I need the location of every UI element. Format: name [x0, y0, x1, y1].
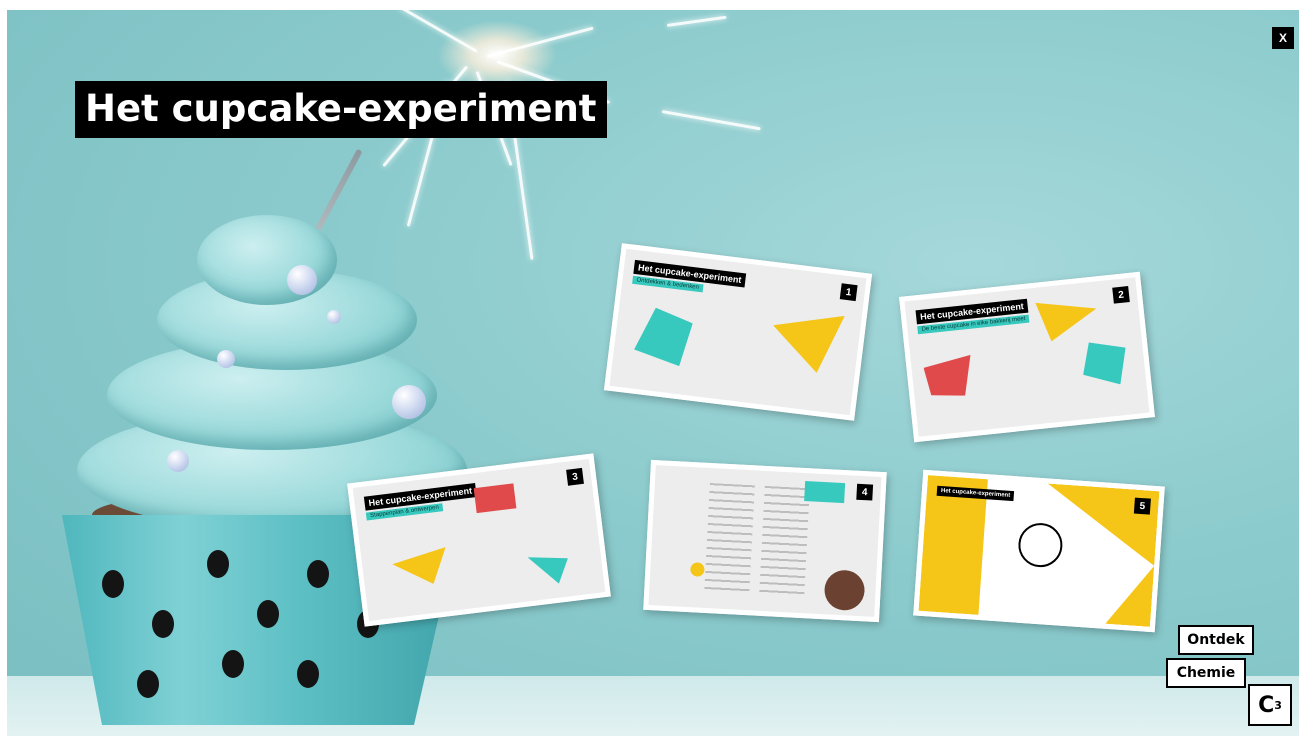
yellow-shape [1035, 297, 1099, 343]
logo-line-1: Ontdek [1178, 625, 1254, 655]
liner-dot [257, 600, 279, 628]
liner-dot [137, 670, 159, 698]
text-column [759, 485, 810, 599]
teal-shape [804, 481, 846, 504]
liner-dot [222, 650, 244, 678]
slide-thumbnail-2[interactable]: Het cupcake-experiment De beste cupcake … [899, 271, 1155, 443]
red-shape [923, 355, 975, 400]
liner-dot [152, 610, 174, 638]
slide-number: 1 [839, 283, 858, 302]
yellow-shape [768, 307, 845, 375]
frosting [197, 215, 337, 305]
spark-ray [666, 15, 727, 27]
close-button[interactable]: X [1272, 27, 1294, 49]
yellow-shape [690, 562, 705, 577]
person-photo [823, 569, 866, 612]
slide-number: 2 [1112, 286, 1130, 304]
liner-dot [297, 660, 319, 688]
logo-c3: C3 [1248, 684, 1292, 726]
yellow-shape [391, 547, 450, 588]
slide-number: 5 [1133, 497, 1151, 515]
page-title: Het cupcake-experiment [75, 81, 607, 138]
logo-superscript: 3 [1274, 698, 1282, 712]
slide-thumbnail-5[interactable]: Het cupcake-experiment 5 [913, 469, 1165, 633]
teal-shape [527, 552, 570, 587]
logo-line-2: Chemie [1166, 658, 1246, 688]
logo-c: C [1258, 692, 1275, 718]
slide-number: 4 [856, 483, 874, 501]
liner-dot [207, 550, 229, 578]
liner-dot [307, 560, 329, 588]
sprinkle-pearl [167, 450, 189, 472]
teal-shape [633, 306, 694, 367]
liner-dot [102, 570, 124, 598]
sprinkle-pearl [287, 265, 317, 295]
sprinkle-pearl [327, 310, 341, 324]
slide-thumbnail-4[interactable]: 4 [643, 459, 887, 623]
red-shape [473, 483, 517, 514]
sprinkle-pearl [217, 350, 235, 368]
spark-ray [661, 110, 761, 131]
text-column [704, 483, 755, 596]
slide-number: 3 [566, 467, 584, 486]
sprinkle-pearl [392, 385, 426, 419]
slide-thumbnail-1[interactable]: Het cupcake-experiment Ontdekken & beden… [603, 243, 873, 421]
teal-shape [1080, 339, 1129, 388]
slide-thumbnail-3[interactable]: Het cupcake-experiment Stappenplan & ont… [347, 453, 611, 627]
award-icon [1016, 521, 1064, 569]
